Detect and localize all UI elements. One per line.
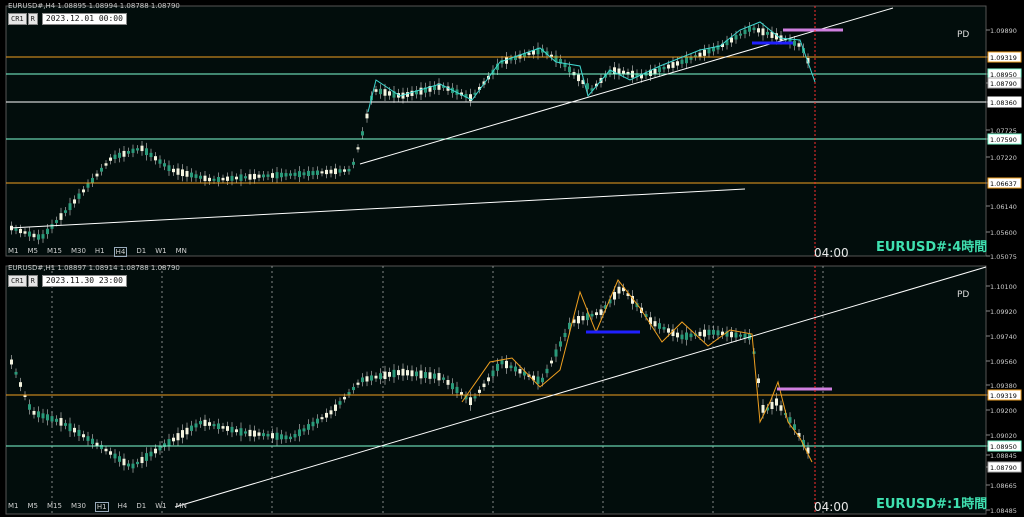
price-tick: 1.09319 [986, 389, 1022, 401]
price-tick-label: 1.08360 [990, 99, 1017, 107]
symbol-label: EURUSD#:4時間 [876, 240, 988, 255]
r-button[interactable]: R [27, 275, 38, 287]
tf-h4[interactable]: H4 [118, 502, 128, 512]
price-tick: 1.08485 [986, 507, 1017, 515]
tf-m30[interactable]: M30 [71, 247, 86, 257]
price-tick-label: 1.08845 [990, 452, 1017, 460]
price-tick: 1.05600 [986, 229, 1017, 237]
price-tick: 1.09380 [986, 382, 1017, 390]
price-tick: 1.09020 [986, 432, 1017, 440]
tf-m5[interactable]: M5 [28, 502, 39, 512]
price-tick-label: 1.08665 [990, 482, 1017, 490]
price-tick-label: 1.08485 [990, 507, 1017, 515]
price-tick-label: 1.06637 [990, 180, 1017, 188]
price-tick-label: 1.09020 [990, 432, 1017, 440]
price-tick-label: 1.09319 [990, 54, 1017, 62]
time-label: 04:00 [814, 246, 849, 260]
price-tick-label: 1.09920 [990, 308, 1017, 316]
chart-header: EURUSD#,H4 1.08895 1.08994 1.08788 1.087… [8, 2, 180, 10]
price-tick-label: 1.09890 [990, 27, 1017, 35]
r-button[interactable]: R [27, 13, 38, 25]
pd-label: PD [957, 290, 970, 300]
price-tick-label: 1.07220 [990, 154, 1017, 162]
h4-chart-canvas[interactable]: 1.098901.093191.089501.087901.083601.077… [0, 0, 1024, 262]
tf-m15[interactable]: M15 [47, 247, 62, 257]
timeframe-bar: M1 M5 M15 M30 H1 H4 D1 W1 MN [8, 247, 187, 257]
h1-chart-canvas[interactable]: 1.10100 1.09920 1.09740 1.09560 1.09380 1.093… [0, 262, 1024, 517]
tf-m5[interactable]: M5 [28, 247, 39, 257]
price-tick: 1.07590 [986, 133, 1022, 145]
tf-mn[interactable]: MN [176, 502, 187, 512]
tf-h4[interactable]: H4 [113, 247, 128, 257]
price-tick: 1.09560 [986, 358, 1017, 366]
symbol-label: EURUSD#:1時間 [876, 497, 988, 512]
price-tick: 1.10100 [986, 283, 1017, 291]
tf-m15[interactable]: M15 [47, 502, 62, 512]
price-tick-label: 1.09319 [990, 392, 1017, 400]
tf-m1[interactable]: M1 [8, 247, 19, 257]
price-tick: 1.05075 [986, 253, 1017, 261]
pd-label: PD [957, 30, 970, 40]
date-box[interactable]: 2023.11.30 23:00 [41, 275, 127, 287]
price-tick: 1.09200 [986, 407, 1017, 415]
price-tick-label: 1.10100 [990, 283, 1017, 291]
price-tick: 1.09319 [986, 51, 1022, 63]
price-tick-label: 1.08790 [990, 464, 1017, 472]
tf-m30[interactable]: M30 [71, 502, 86, 512]
price-tick: 1.08845 [986, 452, 1017, 460]
cr-button[interactable]: CR1 [8, 275, 27, 287]
tf-mn[interactable]: MN [176, 247, 187, 257]
price-tick-label: 1.07590 [990, 136, 1017, 144]
chart-header: EURUSD#,H1 1.08897 1.08914 1.08788 1.087… [8, 264, 180, 272]
price-tick: 1.08950 [986, 440, 1022, 452]
price-tick: 1.08790 [986, 77, 1022, 89]
tf-d1[interactable]: D1 [136, 247, 146, 257]
price-tick-label: 1.06140 [990, 203, 1017, 211]
price-tick: 1.09890 [986, 27, 1017, 35]
price-tick-label: 1.05075 [990, 253, 1017, 261]
price-tick-label: 1.09560 [990, 358, 1017, 366]
tf-m1[interactable]: M1 [8, 502, 19, 512]
price-tick-label: 1.09740 [990, 333, 1017, 341]
h4-chart-panel[interactable]: 1.09890 1.09319 1.08950 1.08790 1.08360 1.077… [0, 0, 1024, 262]
price-tick-label: 1.08950 [990, 443, 1017, 451]
price-tick: 1.08360 [986, 96, 1022, 108]
tf-h1[interactable]: H1 [94, 502, 109, 512]
tf-d1[interactable]: D1 [136, 502, 146, 512]
cr-button[interactable]: CR1 [8, 13, 27, 25]
price-tick: 1.06637 [986, 177, 1022, 189]
timeframe-bar: M1 M5 M15 M30 H1 H4 D1 W1 MN [8, 502, 187, 512]
price-tick-label: 1.09380 [990, 382, 1017, 390]
tf-h1[interactable]: H1 [95, 247, 105, 257]
price-tick: 1.09740 [986, 333, 1017, 341]
price-tick-label: 1.05600 [990, 229, 1017, 237]
price-tick: 1.07220 [986, 154, 1017, 162]
price-tick: 1.06140 [986, 203, 1017, 211]
price-tick-label: 1.08790 [990, 80, 1017, 88]
price-tick-label: 1.09200 [990, 407, 1017, 415]
date-box[interactable]: 2023.12.01 00:00 [41, 13, 127, 25]
h1-chart-panel[interactable]: 1.10100 1.09920 1.09740 1.09560 1.09380 1.093… [0, 262, 1024, 517]
price-tick: 1.09920 [986, 308, 1017, 316]
price-tick: 1.08665 [986, 482, 1017, 490]
time-label: 04:00 [814, 500, 849, 514]
tf-w1[interactable]: W1 [155, 502, 166, 512]
price-tick: 1.08790 [986, 461, 1022, 473]
tf-w1[interactable]: W1 [155, 247, 166, 257]
